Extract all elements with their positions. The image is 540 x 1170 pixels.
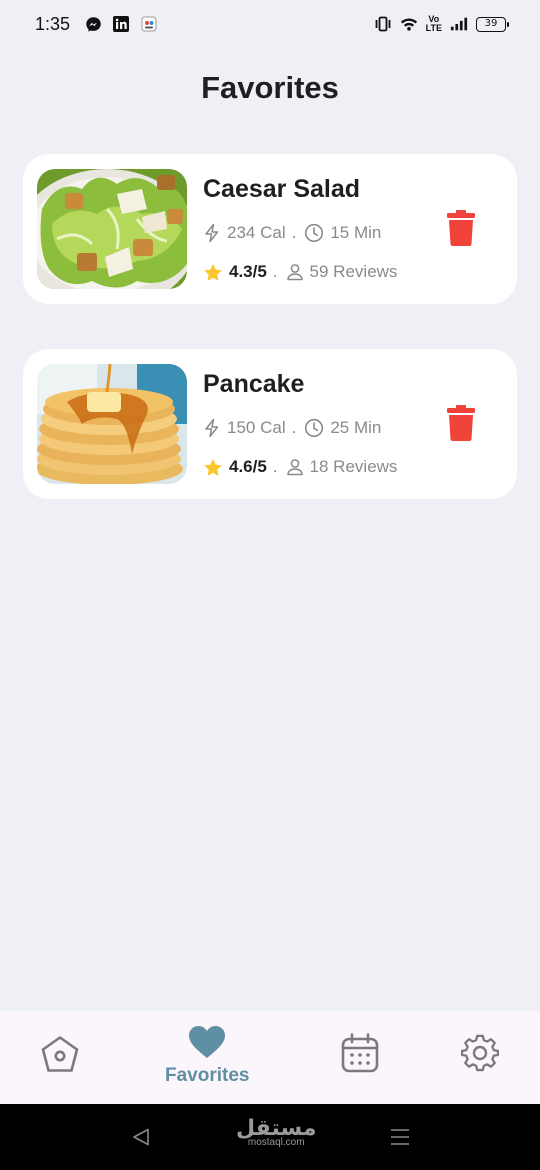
rating-value: 4.6/5 [229, 457, 267, 476]
back-button[interactable] [131, 1128, 151, 1151]
menu-button[interactable] [390, 1128, 410, 1151]
star-icon [204, 263, 222, 281]
delete-button[interactable] [447, 405, 475, 441]
messenger-icon [84, 15, 102, 33]
favorite-card[interactable]: Pancake 150 Cal . 25 Min 4.6/5 . 18 Revi… [23, 349, 517, 499]
delete-button[interactable] [447, 210, 475, 246]
heart-icon [189, 1026, 226, 1058]
rating-separator: . [272, 457, 278, 476]
gear-icon [461, 1034, 499, 1072]
nav-home[interactable] [40, 1035, 80, 1073]
nav-settings[interactable] [461, 1034, 499, 1072]
vibrate-icon [374, 15, 392, 33]
status-left: 1:35 [35, 14, 158, 35]
back-triangle-icon [133, 1128, 149, 1146]
recipe-title: Pancake [203, 370, 305, 398]
status-right: Vo LTE 39 [374, 15, 509, 33]
watermark: مستقل mostaql.com [236, 1117, 316, 1148]
watermark-sub: mostaql.com [247, 1137, 305, 1148]
volte-indicator: Vo LTE [426, 15, 442, 33]
recipe-rating-row: 4.3/5 . 59 Reviews [203, 262, 397, 282]
trash-icon [447, 210, 475, 246]
caesar-salad-photo [37, 169, 187, 289]
home-icon [41, 1036, 79, 1072]
energy-icon [205, 223, 219, 243]
calendar-icon [341, 1033, 379, 1073]
app-notification-icon [140, 15, 158, 33]
favorite-card[interactable]: Caesar Salad 234 Cal . 15 Min 4.3/5 . 59… [23, 154, 517, 304]
time-label: 25 Min [330, 418, 382, 437]
recipe-meta: 150 Cal . 25 Min [203, 418, 381, 438]
recipe-title: Caesar Salad [203, 175, 361, 203]
star-icon [204, 458, 222, 476]
energy-icon [205, 418, 219, 438]
battery-icon: 39 [476, 16, 509, 32]
meta-separator: . [291, 418, 297, 437]
calories-label: 234 Cal [227, 223, 286, 242]
user-icon [286, 264, 303, 281]
recipe-meta: 234 Cal . 15 Min [203, 223, 381, 243]
meta-separator: . [291, 223, 297, 242]
calories-label: 150 Cal [227, 418, 286, 437]
recipe-rating-row: 4.6/5 . 18 Reviews [203, 457, 397, 477]
system-navigation-bar: مستقل mostaql.com [0, 1104, 540, 1170]
nav-favorites[interactable]: Favorites [165, 1025, 249, 1087]
rating-separator: . [272, 262, 278, 281]
page-title: Favorites [201, 70, 339, 105]
linkedin-icon [112, 15, 130, 33]
time-label: 15 Min [330, 223, 382, 242]
trash-icon [447, 405, 475, 441]
bottom-navigation: Favorites [0, 1011, 540, 1104]
volte-bottom: LTE [425, 23, 442, 33]
reviews-label: 18 Reviews [309, 457, 398, 476]
rating-value: 4.3/5 [229, 262, 267, 281]
clock-icon [305, 223, 324, 243]
pancake-photo [37, 364, 187, 484]
wifi-icon [400, 15, 418, 33]
nav-favorites-label: Favorites [165, 1065, 250, 1086]
nav-calendar[interactable] [341, 1033, 379, 1073]
status-bar: 1:35 Vo LTE 39 [0, 0, 540, 48]
signal-icon [450, 15, 468, 33]
reviews-label: 59 Reviews [309, 262, 398, 281]
menu-lines-icon [391, 1129, 409, 1145]
clock-icon [305, 418, 324, 438]
user-icon [286, 459, 303, 476]
status-time: 1:35 [35, 13, 71, 34]
